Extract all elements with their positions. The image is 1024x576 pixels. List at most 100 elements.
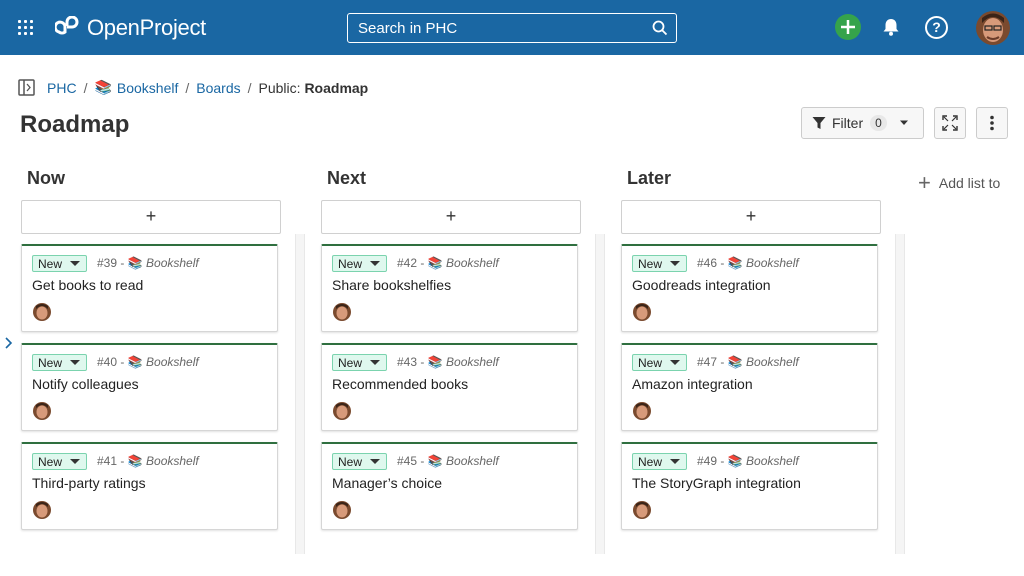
card-meta: #41 - 📚 Bookshelf <box>97 454 199 468</box>
caret-down-icon <box>370 360 381 365</box>
help-icon[interactable]: ? <box>925 16 948 39</box>
books-icon: 📚 <box>427 454 443 468</box>
breadcrumb-link-phc[interactable]: PHC <box>47 80 77 96</box>
card-project: Bookshelf <box>146 355 199 369</box>
card-project: Bookshelf <box>446 454 499 468</box>
user-avatar[interactable] <box>976 11 1010 45</box>
status-dropdown[interactable]: New <box>632 453 688 470</box>
column-divider <box>295 234 305 554</box>
status-dropdown[interactable]: New <box>32 354 88 371</box>
plus-icon <box>841 20 855 34</box>
column-title[interactable]: Later <box>627 168 671 189</box>
chevron-right-icon[interactable] <box>4 336 14 350</box>
work-package-card[interactable]: New #40 - 📚 Bookshelf Notify colleagues <box>21 343 278 431</box>
app-grid-icon[interactable] <box>18 20 33 35</box>
card-meta: #39 - 📚 Bookshelf <box>97 256 199 270</box>
search-placeholder: Search in PHC <box>358 20 458 37</box>
books-icon: 📚 <box>727 256 743 270</box>
work-package-card[interactable]: New #49 - 📚 Bookshelf The StoryGraph int… <box>621 442 878 530</box>
status-dropdown[interactable]: New <box>632 255 688 272</box>
fullscreen-button[interactable] <box>934 107 966 139</box>
logo-text: OpenProject <box>87 15 206 40</box>
assignee-avatar[interactable] <box>633 402 651 420</box>
search-icon[interactable] <box>652 20 668 36</box>
plus-icon: + <box>918 170 931 195</box>
card-id[interactable]: #45 <box>397 454 417 468</box>
card-title: Share bookshelfies <box>332 277 452 293</box>
books-icon: 📚 <box>427 256 443 270</box>
card-id[interactable]: #40 <box>97 355 117 369</box>
add-card-button[interactable]: + <box>621 200 881 234</box>
more-options-button[interactable] <box>976 107 1008 139</box>
work-package-card[interactable]: New #39 - 📚 Bookshelf Get books to read <box>21 244 278 332</box>
breadcrumb-separator: / <box>83 79 88 96</box>
assignee-avatar[interactable] <box>633 501 651 519</box>
status-dropdown[interactable]: New <box>332 354 388 371</box>
card-id[interactable]: #42 <box>397 256 417 270</box>
books-icon: 📚 <box>127 256 143 270</box>
work-package-card[interactable]: New #41 - 📚 Bookshelf Third-party rating… <box>21 442 278 530</box>
card-project: Bookshelf <box>746 454 799 468</box>
add-card-button[interactable]: + <box>21 200 281 234</box>
status-label: New <box>638 454 663 469</box>
assignee-avatar[interactable] <box>633 303 651 321</box>
filter-button[interactable]: Filter 0 <box>801 107 924 139</box>
card-id[interactable]: #41 <box>97 454 117 468</box>
column-title[interactable]: Next <box>327 168 366 189</box>
caret-down-icon <box>70 261 81 266</box>
breadcrumb-link-bookshelf[interactable]: Bookshelf <box>117 80 178 96</box>
breadcrumb-current: Public: Roadmap <box>259 80 369 96</box>
status-label: New <box>38 355 63 370</box>
add-list-button[interactable]: + Add list to <box>918 170 1000 195</box>
meta-separator: - <box>720 355 725 369</box>
notifications-bell-icon[interactable] <box>881 17 901 37</box>
openproject-logo[interactable]: OpenProject <box>55 14 206 42</box>
meta-separator: - <box>420 454 425 468</box>
card-id[interactable]: #39 <box>97 256 117 270</box>
assignee-avatar[interactable] <box>333 303 351 321</box>
breadcrumb-link-boards[interactable]: Boards <box>196 80 240 96</box>
card-title: Amazon integration <box>632 376 753 392</box>
status-dropdown[interactable]: New <box>332 453 388 470</box>
card-id[interactable]: #49 <box>697 454 717 468</box>
card-id[interactable]: #43 <box>397 355 417 369</box>
work-package-card[interactable]: New #43 - 📚 Bookshelf Recommended books <box>321 343 578 431</box>
assignee-avatar[interactable] <box>333 501 351 519</box>
status-label: New <box>338 454 363 469</box>
work-package-card[interactable]: New #45 - 📚 Bookshelf Manager’s choice <box>321 442 578 530</box>
status-label: New <box>638 256 663 271</box>
books-icon: 📚 <box>427 355 443 369</box>
card-title: The StoryGraph integration <box>632 475 801 491</box>
page-title: Roadmap <box>20 111 130 138</box>
assignee-avatar[interactable] <box>33 501 51 519</box>
search-input[interactable]: Search in PHC <box>347 13 677 43</box>
assignee-avatar[interactable] <box>33 303 51 321</box>
caret-down-icon <box>70 459 81 464</box>
work-package-card[interactable]: New #46 - 📚 Bookshelf Goodreads integrat… <box>621 244 878 332</box>
card-title: Recommended books <box>332 376 469 392</box>
sidebar-toggle-icon[interactable] <box>18 79 35 96</box>
card-project: Bookshelf <box>446 256 499 270</box>
assignee-avatar[interactable] <box>33 402 51 420</box>
top-header: OpenProject Search in PHC ? <box>0 0 1024 55</box>
create-new-button[interactable] <box>835 14 861 40</box>
card-id[interactable]: #46 <box>697 256 717 270</box>
filter-label: Filter <box>832 115 864 131</box>
status-dropdown[interactable]: New <box>632 354 688 371</box>
status-label: New <box>338 355 363 370</box>
status-dropdown[interactable]: New <box>32 255 88 272</box>
card-id[interactable]: #47 <box>697 355 717 369</box>
add-card-button[interactable]: + <box>321 200 581 234</box>
work-package-card[interactable]: New #42 - 📚 Bookshelf Share bookshelfies <box>321 244 578 332</box>
work-package-card[interactable]: New #47 - 📚 Bookshelf Amazon integration <box>621 343 878 431</box>
breadcrumb-current-prefix: Public: <box>258 79 301 96</box>
status-dropdown[interactable]: New <box>32 453 88 470</box>
status-label: New <box>638 355 663 370</box>
books-icon: 📚 <box>94 79 112 95</box>
assignee-avatar[interactable] <box>333 402 351 420</box>
status-dropdown[interactable]: New <box>332 255 388 272</box>
column-title[interactable]: Now <box>27 168 65 189</box>
card-meta: #42 - 📚 Bookshelf <box>397 256 499 270</box>
column-divider <box>595 234 605 554</box>
meta-separator: - <box>720 454 725 468</box>
